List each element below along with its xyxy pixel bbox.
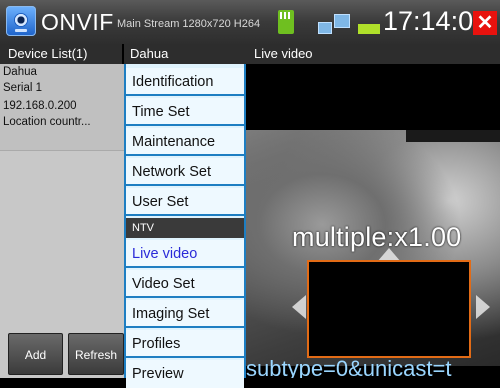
live-video-header: Live video (246, 44, 500, 64)
live-video-view[interactable]: multiple:x1.00 subtype=0&unicast=t (246, 64, 500, 378)
add-button[interactable]: Add (8, 333, 63, 375)
menu-item-live-video[interactable]: Live video (126, 240, 244, 268)
sd-card-icon (278, 10, 294, 34)
device-ip: 192.168.0.200 (3, 100, 77, 112)
camera-menu: Identification Time Set Maintenance Netw… (124, 64, 246, 388)
menu-item-user-set[interactable]: User Set (126, 188, 244, 216)
menu-item-network-set[interactable]: Network Set (126, 158, 244, 186)
device-list-header: Device List(1) (0, 44, 124, 64)
menu-item-preview[interactable]: Preview (126, 360, 244, 388)
menu-item-imaging-set[interactable]: Imaging Set (126, 300, 244, 328)
device-list-panel: Dahua Serial 1 192.168.0.200 Location co… (0, 64, 124, 378)
menu-item-identification[interactable]: Identification (126, 68, 244, 96)
camera-header: Dahua (124, 44, 246, 64)
menu-group-ntv: NTV (126, 218, 244, 238)
onvif-logo-icon (6, 6, 36, 36)
arrow-left-icon[interactable] (292, 295, 306, 319)
device-serial: Serial 1 (3, 82, 42, 94)
network-icon (318, 14, 350, 36)
close-button[interactable]: ✕ (473, 11, 497, 35)
title-bar: ONVIF Main Stream 1280x720 H264 17:14:04… (0, 0, 500, 44)
zoom-region-box[interactable] (307, 260, 471, 358)
refresh-button[interactable]: Refresh (68, 333, 124, 375)
menu-item-video-set[interactable]: Video Set (126, 270, 244, 298)
stream-info: Main Stream 1280x720 H264 (117, 18, 261, 30)
menu-item-time-set[interactable]: Time Set (126, 98, 244, 126)
arrow-right-icon[interactable] (476, 295, 490, 319)
device-list-item[interactable]: Dahua Serial 1 192.168.0.200 Location co… (0, 64, 124, 151)
menu-item-maintenance[interactable]: Maintenance (126, 128, 244, 156)
battery-icon (358, 24, 380, 34)
device-location: Location countr... (3, 116, 91, 128)
device-name: Dahua (3, 66, 37, 78)
stream-url-text: subtype=0&unicast=t (246, 356, 452, 378)
app-name: ONVIF (41, 9, 114, 35)
menu-item-profiles[interactable]: Profiles (126, 330, 244, 358)
